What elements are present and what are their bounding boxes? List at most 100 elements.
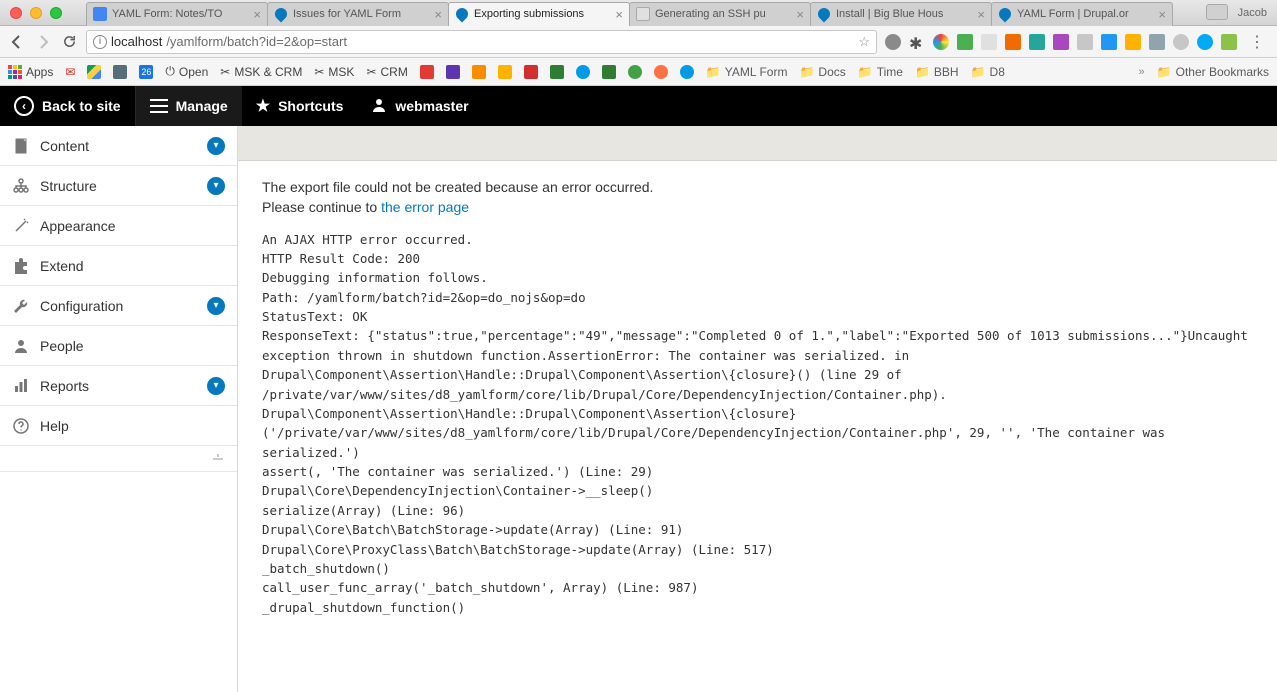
- ext-icon[interactable]: [981, 34, 997, 50]
- bookmark-overflow[interactable]: »: [1139, 66, 1145, 78]
- content-header-strip: [238, 126, 1277, 161]
- error-page-link[interactable]: the error page: [381, 199, 469, 215]
- bookmark-item[interactable]: [628, 65, 642, 79]
- url-host: localhost: [111, 34, 162, 49]
- ext-icon[interactable]: [1125, 34, 1141, 50]
- bookmark-item[interactable]: [446, 65, 460, 79]
- chevron-down-icon[interactable]: ▾: [207, 377, 225, 395]
- close-window-button[interactable]: [10, 7, 22, 19]
- bookmark-crm[interactable]: ✂CRM: [366, 65, 407, 79]
- sidebar-collapse-button[interactable]: [0, 446, 237, 472]
- other-bookmarks[interactable]: 📁 Other Bookmarks: [1157, 65, 1269, 79]
- bookmark-icon: [472, 65, 486, 79]
- user-menu[interactable]: webmaster: [357, 86, 482, 126]
- bookmark-star-icon[interactable]: ☆: [858, 34, 870, 50]
- bookmark-item[interactable]: [498, 65, 512, 79]
- browser-tab[interactable]: YAML Form | Drupal.or×: [991, 2, 1173, 26]
- bookmark-calendar[interactable]: 26: [139, 65, 153, 79]
- bookmark-folder[interactable]: 📁BBH: [915, 65, 959, 79]
- bookmark-apps[interactable]: Apps: [8, 65, 53, 79]
- bookmark-item[interactable]: [113, 65, 127, 79]
- sidebar-item-people[interactable]: People: [0, 326, 237, 366]
- close-tab-icon[interactable]: ×: [796, 7, 804, 22]
- folder-icon: 📁: [915, 65, 930, 79]
- bookmark-item[interactable]: [602, 65, 616, 79]
- ext-icon[interactable]: [1077, 34, 1093, 50]
- page-icon: [636, 7, 650, 21]
- sidebar-item-content[interactable]: Content▾: [0, 126, 237, 166]
- bookmark-item[interactable]: [420, 65, 434, 79]
- browser-menu-button[interactable]: ⋮: [1245, 32, 1269, 52]
- ext-icon[interactable]: [1005, 34, 1021, 50]
- forward-button[interactable]: [34, 33, 52, 51]
- bookmark-item[interactable]: [550, 65, 564, 79]
- new-tab-button[interactable]: [1206, 4, 1228, 20]
- tab-strip: YAML Form: Notes/TO×Issues for YAML Form…: [72, 0, 1200, 26]
- bookmark-item[interactable]: [472, 65, 486, 79]
- ext-icon[interactable]: [1173, 34, 1189, 50]
- bookmark-item[interactable]: [576, 65, 590, 79]
- browser-tab[interactable]: YAML Form: Notes/TO×: [86, 2, 268, 26]
- gmail-icon: ✉: [65, 65, 75, 79]
- hamburger-icon: [150, 99, 168, 113]
- profile-name[interactable]: Jacob: [1234, 7, 1277, 19]
- sidebar-item-appearance[interactable]: Appearance: [0, 206, 237, 246]
- bookmark-item[interactable]: [680, 65, 694, 79]
- ext-icon[interactable]: [1029, 34, 1045, 50]
- calendar-icon: 26: [139, 65, 153, 79]
- close-tab-icon[interactable]: ×: [1158, 7, 1166, 22]
- sidebar-item-structure[interactable]: Structure▾: [0, 166, 237, 206]
- close-tab-icon[interactable]: ×: [434, 7, 442, 22]
- sidebar-item-extend[interactable]: Extend: [0, 246, 237, 286]
- reload-button[interactable]: [60, 33, 78, 51]
- bookmark-gdrive[interactable]: [87, 65, 101, 79]
- person-icon: [12, 337, 30, 355]
- chevron-down-icon[interactable]: ▾: [207, 137, 225, 155]
- browser-tab[interactable]: Generating an SSH pu×: [629, 2, 811, 26]
- url-path: /yamlform/batch?id=2&op=start: [166, 34, 347, 49]
- back-arrow-icon: ‹: [14, 96, 34, 116]
- browser-tab[interactable]: Issues for YAML Form×: [267, 2, 449, 26]
- ext-icon[interactable]: [933, 34, 949, 50]
- sidebar-item-help[interactable]: Help: [0, 406, 237, 446]
- bookmark-folder[interactable]: 📁Docs: [799, 65, 845, 79]
- sidebar-item-reports[interactable]: Reports▾: [0, 366, 237, 406]
- bookmark-open[interactable]: ⏻Open: [165, 64, 208, 79]
- bookmark-item[interactable]: [654, 65, 668, 79]
- minimize-window-button[interactable]: [30, 7, 42, 19]
- toolbar-label: Shortcuts: [278, 98, 343, 114]
- bookmark-msk-crm[interactable]: ✂MSK & CRM: [220, 65, 302, 79]
- gdoc-icon: [93, 7, 107, 21]
- ext-icon[interactable]: [1053, 34, 1069, 50]
- omnibox[interactable]: i localhost/yamlform/batch?id=2&op=start…: [86, 30, 877, 54]
- browser-tab[interactable]: Install | Big Blue Hous×: [810, 2, 992, 26]
- bookmark-item[interactable]: [524, 65, 538, 79]
- ext-icon[interactable]: [1101, 34, 1117, 50]
- close-tab-icon[interactable]: ×: [977, 7, 985, 22]
- browser-tab[interactable]: Exporting submissions×: [448, 2, 630, 26]
- bookmark-folder[interactable]: 📁YAML Form: [706, 65, 788, 79]
- shortcuts-button[interactable]: ★ Shortcuts: [242, 86, 358, 126]
- ext-icon[interactable]: [1221, 34, 1237, 50]
- ext-icon[interactable]: [1149, 34, 1165, 50]
- back-to-site-button[interactable]: ‹ Back to site: [0, 86, 135, 126]
- bookmark-gmail[interactable]: ✉: [65, 65, 75, 79]
- bookmark-msk[interactable]: ✂MSK: [314, 65, 354, 79]
- folder-icon: 📁: [858, 65, 873, 79]
- site-info-icon[interactable]: i: [93, 35, 107, 49]
- close-tab-icon[interactable]: ×: [615, 7, 623, 22]
- manage-button[interactable]: Manage: [136, 86, 242, 126]
- bookmark-folder[interactable]: 📁Time: [858, 65, 903, 79]
- sidebar-item-configuration[interactable]: Configuration▾: [0, 286, 237, 326]
- ext-icon[interactable]: ✱: [909, 34, 925, 50]
- scissors-icon: ✂: [366, 65, 376, 79]
- chevron-down-icon[interactable]: ▾: [207, 177, 225, 195]
- close-tab-icon[interactable]: ×: [253, 7, 261, 22]
- back-button[interactable]: [8, 33, 26, 51]
- zoom-window-button[interactable]: [50, 7, 62, 19]
- ext-icon[interactable]: [885, 34, 901, 50]
- bookmark-folder[interactable]: 📁D8: [971, 65, 1005, 79]
- chevron-down-icon[interactable]: ▾: [207, 297, 225, 315]
- ext-icon[interactable]: [957, 34, 973, 50]
- ext-icon[interactable]: [1197, 34, 1213, 50]
